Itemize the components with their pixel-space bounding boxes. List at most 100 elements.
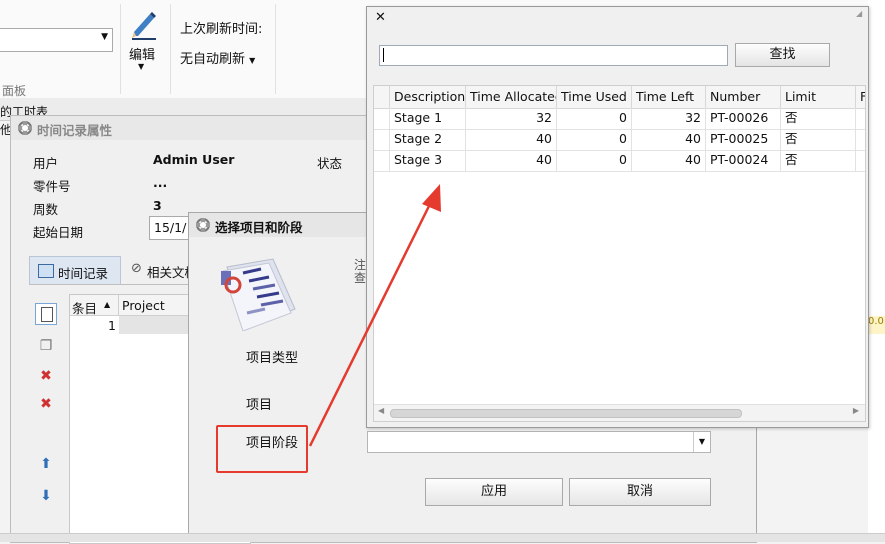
- table-row[interactable]: Stage 3 40 0 40 PT-00024 否: [374, 150, 865, 172]
- edit-button[interactable]: 编辑 ▼: [124, 10, 162, 76]
- time-allocated-cell: 32: [466, 108, 557, 129]
- number-cell: PT-00026: [706, 108, 781, 129]
- pencil-icon: [132, 12, 156, 40]
- row-selector[interactable]: [374, 108, 390, 129]
- time-used-cell: 0: [557, 150, 632, 171]
- number-cell: PT-00025: [706, 129, 781, 150]
- table-icon: [38, 264, 54, 278]
- time-used-cell: 0: [557, 108, 632, 129]
- ribbon-separator: [120, 4, 121, 94]
- background-value-cell: 0.0: [868, 316, 885, 334]
- column-header-time-used[interactable]: Time Used: [557, 86, 632, 108]
- project-type-label: 项目类型: [246, 351, 299, 366]
- chevron-down-icon: ▼: [249, 56, 256, 65]
- find-button[interactable]: 查找: [735, 43, 830, 67]
- column-header-time-allocated[interactable]: Time Allocated: [466, 86, 557, 108]
- tab-label: 时间记录: [58, 266, 109, 281]
- table-row[interactable]: Stage 2 40 0 40 PT-00025 否: [374, 129, 865, 151]
- scroll-right-icon[interactable]: ▶: [853, 406, 859, 415]
- extra-cell: [856, 129, 865, 150]
- time-left-cell: 40: [632, 150, 706, 171]
- auto-refresh-label: 无自动刷新: [180, 52, 246, 67]
- column-header-project[interactable]: Project: [122, 298, 165, 313]
- resize-grip-icon[interactable]: ◢: [856, 9, 866, 19]
- week-value: 3: [153, 198, 162, 213]
- part-number-value: ...: [153, 175, 168, 190]
- row-selector[interactable]: [374, 129, 390, 150]
- copy-icon: ❐: [39, 338, 53, 354]
- arrow-down-icon: ⬇: [40, 488, 52, 504]
- delete-icon: ✖: [40, 396, 52, 412]
- edit-button-label: 编辑: [129, 48, 156, 63]
- column-header-time-left[interactable]: Time Left: [632, 86, 706, 108]
- part-number-label: 零件号: [33, 179, 71, 194]
- description-cell: Stage 3: [390, 150, 466, 171]
- column-divider: [118, 295, 119, 315]
- new-row-button[interactable]: [35, 303, 57, 325]
- column-header-item[interactable]: 条目: [72, 298, 97, 317]
- column-header-description[interactable]: Description: [390, 86, 466, 108]
- close-icon[interactable]: ✕: [375, 10, 386, 25]
- sort-ascending-icon: ▲: [104, 300, 111, 309]
- row-selector-header: [374, 86, 390, 108]
- project-label: 项目: [246, 398, 273, 413]
- move-up-button[interactable]: ⬆: [35, 453, 57, 475]
- chevron-down-icon[interactable]: ▼: [693, 432, 710, 452]
- limit-cell: 否: [781, 150, 856, 171]
- row-selector[interactable]: [374, 150, 390, 171]
- annotation-highlight-box: [216, 425, 308, 473]
- week-label: 周数: [33, 202, 59, 217]
- status-label: 状态: [317, 156, 343, 171]
- apply-button[interactable]: 应用: [425, 478, 563, 506]
- app-icon: [18, 121, 32, 135]
- start-date-field[interactable]: 15/1/: [149, 216, 191, 240]
- dialog-title: 选择项目和阶段: [215, 220, 303, 235]
- limit-cell: 否: [781, 129, 856, 150]
- user-label: 用户: [33, 156, 59, 171]
- auto-refresh-dropdown[interactable]: 无自动刷新 ▼: [180, 48, 255, 67]
- copy-row-button[interactable]: ❐: [35, 335, 57, 357]
- gantt-chart-illustration: [221, 258, 296, 331]
- start-date-value: 15/1/: [154, 220, 187, 235]
- delete-row-button[interactable]: ✖: [35, 365, 57, 387]
- annotation-arrow: [308, 184, 441, 447]
- extra-cell: [856, 108, 865, 129]
- chevron-down-icon[interactable]: ▼: [101, 32, 108, 42]
- grid-header: Description Time Allocated Time Used Tim…: [374, 86, 865, 109]
- paperclip-icon: ⊘: [131, 261, 142, 276]
- time-allocated-cell: 40: [466, 129, 557, 150]
- row-number: 1: [108, 318, 116, 333]
- description-cell: Stage 1: [390, 108, 466, 129]
- time-allocated-cell: 40: [466, 150, 557, 171]
- search-input[interactable]: [379, 45, 728, 66]
- delete-icon: ✖: [40, 368, 52, 384]
- column-header-limit[interactable]: Limit: [781, 86, 856, 108]
- column-header-extra[interactable]: F: [856, 86, 865, 108]
- background-panel: [868, 0, 885, 541]
- tab-time-records[interactable]: 时间记录: [29, 256, 121, 285]
- chevron-down-icon: ▼: [138, 62, 145, 71]
- ribbon-separator: [170, 4, 171, 94]
- last-refresh-label: 上次刷新时间:: [180, 22, 263, 37]
- description-cell: Stage 2: [390, 129, 466, 150]
- text-caret: [383, 48, 384, 62]
- column-header-number[interactable]: Number: [706, 86, 781, 108]
- cancel-button[interactable]: 取消: [569, 478, 711, 506]
- table-row[interactable]: Stage 1 32 0 32 PT-00026 否: [374, 108, 865, 130]
- ribbon-combo-box[interactable]: ▼: [0, 28, 113, 52]
- extra-cell: [856, 150, 865, 171]
- limit-cell: 否: [781, 108, 856, 129]
- time-used-cell: 0: [557, 129, 632, 150]
- app-icon: [196, 218, 210, 232]
- new-document-icon: [41, 307, 53, 322]
- delete-all-button[interactable]: ✖: [35, 393, 57, 415]
- grid-toolbar: ❐ ✖ ✖ ⬆ ⬇: [33, 301, 63, 541]
- move-down-button[interactable]: ⬇: [35, 485, 57, 507]
- user-value: Admin User: [153, 152, 235, 167]
- time-left-cell: 40: [632, 129, 706, 150]
- dialog-title: 时间记录属性: [37, 123, 113, 138]
- arrow-up-icon: ⬆: [40, 456, 52, 472]
- ribbon-group-label: 面板: [2, 84, 27, 98]
- start-date-label: 起始日期: [33, 225, 84, 240]
- ribbon-separator: [275, 4, 276, 94]
